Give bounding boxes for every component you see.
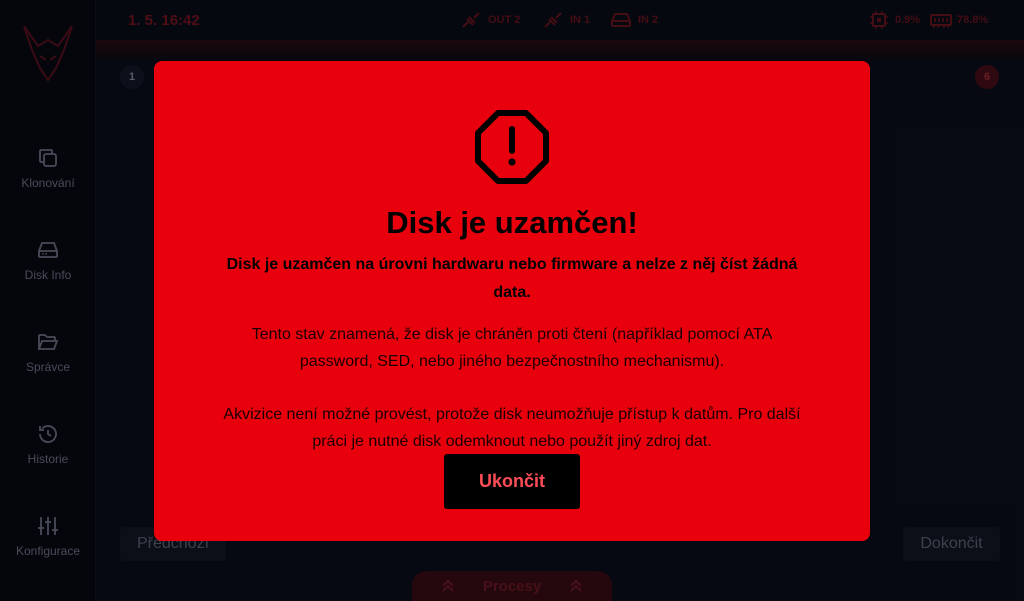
dialog-title: Disk je uzamčen! [386,205,638,240]
dialog-subtitle: Disk je uzamčen na úrovni hardwaru nebo … [226,256,798,301]
dialog-consequence: Akvizice není možné provést, protože dis… [223,406,801,450]
dialog-description: Tento stav znamená, že disk je chráněn p… [251,326,773,370]
exit-button[interactable]: Ukončit [444,454,580,509]
disk-locked-dialog: Disk je uzamčen! Disk je uzamčen na úrov… [154,61,870,541]
warning-octagon-icon [475,110,549,184]
